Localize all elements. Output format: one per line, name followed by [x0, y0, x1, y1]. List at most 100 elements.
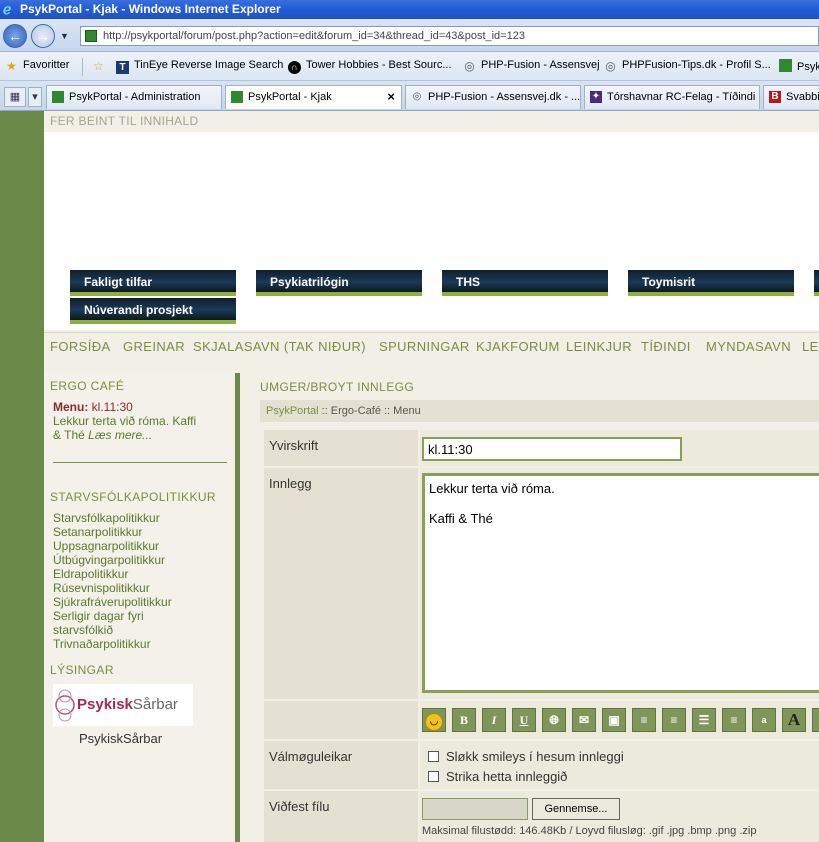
file-path-input[interactable]	[422, 798, 528, 820]
favorite-label: PHPFusion-Tips.dk - Profil S...	[622, 59, 771, 71]
body-label: Innlegg	[264, 468, 418, 699]
browse-button[interactable]: Gennemse...	[532, 798, 620, 820]
align-justify-button[interactable]: ☰	[692, 708, 716, 732]
tab-phpfusion[interactable]: ◎ PHP-Fusion - Assensvej.dk - ...	[405, 85, 581, 109]
tab-kjak[interactable]: PsykPortal - Kjak ×	[225, 85, 402, 109]
category-button-fakligt[interactable]: Fakligt tilfar	[70, 270, 236, 296]
menu-item-spurningar[interactable]: SPURNINGAR	[379, 339, 470, 354]
address-bar[interactable]: http://psykportal/forum/post.php?action=…	[80, 26, 819, 46]
underline-button[interactable]: U	[512, 708, 536, 732]
favorite-label: Psyk	[797, 61, 819, 73]
category-button-nuverandi[interactable]: Núverandi prosjekt	[70, 298, 236, 324]
favorite-link-tineye[interactable]: T TinEye Reverse Image Search	[116, 59, 283, 74]
delete-post-checkbox[interactable]	[428, 771, 439, 782]
menu-item-greinar[interactable]: GREINAR	[123, 339, 185, 354]
policy-link[interactable]: Útbúgvingarpolitikkur	[53, 553, 165, 567]
page-title: UMGER/BROYT INNLEGG	[260, 380, 415, 394]
large-font-button[interactable]: A	[782, 708, 806, 732]
favorite-link-phpfusion-tips[interactable]: ◎ PHPFusion-Tips.dk - Profil S...	[604, 59, 771, 73]
menu-item-le[interactable]: LE	[802, 339, 819, 354]
align-right-button[interactable]: ≡	[722, 708, 746, 732]
skip-to-content-link[interactable]: FER BEINT TIL INNIHALD	[50, 114, 198, 128]
link-icon: 🌐︎	[549, 713, 559, 727]
add-favorite-button[interactable]: ☆	[92, 59, 110, 73]
tab-label: PHP-Fusion - Assensvej.dk - ...	[428, 91, 581, 103]
tab-label: Svabbi	[786, 91, 819, 103]
psykportal-icon	[779, 59, 792, 72]
menu-prefix: Menu:	[53, 400, 89, 414]
favorite-link-psyk[interactable]: Psyk	[779, 59, 819, 73]
body-cell: Lekkur terta við róma. Kaffi & Thé	[420, 468, 819, 699]
menu-item-kjakforum[interactable]: KJAKFORUM	[476, 339, 560, 354]
menu-item-skjalasavn[interactable]: SKJALASAVN (TAK NIÐUR)	[193, 339, 366, 354]
italic-button[interactable]: I	[482, 708, 506, 732]
category-button-more[interactable]	[814, 270, 819, 296]
psykisksarbar-logo[interactable]: PsykiskSårbar	[53, 684, 193, 726]
options-cell: Sløkk smileys í hesum innleggi Strika he…	[420, 741, 819, 789]
policy-link[interactable]: Uppsagnarpolitikkur	[53, 539, 159, 553]
tineye-icon: T	[116, 61, 129, 74]
category-button-psykiatrilogin[interactable]: Psykiatrilógin	[256, 270, 422, 296]
message-textarea[interactable]: Lekkur terta við róma. Kaffi & Thé	[422, 473, 819, 693]
favorite-label: PHP-Fusion - Assensvej	[481, 59, 600, 71]
menu-item-forsida[interactable]: FORSÍÐA	[50, 339, 111, 354]
tab-torshavnar[interactable]: ✦ Tórshavnar RC-Felag - Tíðindi	[584, 85, 760, 109]
tab-label: PsykPortal - Kjak	[248, 91, 332, 103]
delete-post-option[interactable]: Strika hetta innleggið	[428, 769, 567, 784]
align-left-button[interactable]: ≡	[632, 708, 656, 732]
small-font-button[interactable]: a	[752, 708, 776, 732]
policy-link[interactable]: Eldrapolitikkur	[53, 567, 128, 581]
subject-row: Yvirskrift	[264, 430, 819, 466]
subject-input[interactable]	[422, 437, 682, 461]
tab-svabbi[interactable]: B Svabbi	[763, 85, 819, 109]
image-button[interactable]: ▣	[602, 708, 626, 732]
favorites-button[interactable]: ★ Favoritter	[5, 59, 69, 73]
logo-caption[interactable]: PsykiskSårbar	[79, 732, 162, 746]
policy-link[interactable]: Starvsfólkapolitikkur	[53, 511, 160, 525]
menu-item-leinkjur[interactable]: LEINKJUR	[566, 339, 632, 354]
policy-link[interactable]: starvsfólkið	[53, 623, 113, 637]
tab-label: Tórshavnar RC-Felag - Tíðindi	[607, 91, 756, 103]
link-button[interactable]: 🌐︎	[542, 708, 566, 732]
sidebar-heading-ads: LÝSINGAR	[50, 663, 114, 677]
align-center-button[interactable]: ≡	[662, 708, 686, 732]
page-viewport: FER BEINT TIL INNIHALD Fakligt tilfar Ps…	[0, 111, 819, 842]
attachment-row: Viðfest fílu Gennemse... Maksimal filust…	[264, 791, 819, 842]
favorite-link-phpfusion[interactable]: ◎ PHP-Fusion - Assensvej	[463, 59, 600, 73]
menu-item-tidindi[interactable]: TÍÐINDI	[641, 339, 691, 354]
disable-smileys-checkbox[interactable]	[428, 751, 439, 762]
back-button[interactable]: ←	[3, 24, 27, 48]
smiley-button[interactable]: ◡	[422, 708, 446, 732]
subject-cell	[420, 430, 819, 466]
read-more-link[interactable]: Læs mere...	[88, 428, 152, 442]
favorite-link-towerhobbies[interactable]: ∩ Tower Hobbies - Best Sourc...	[288, 59, 452, 74]
more-toolbar-button[interactable]	[812, 708, 819, 732]
policy-link[interactable]: Sjúkrafráverupolitikkur	[53, 595, 172, 609]
breadcrumb-root-link[interactable]: PsykPortal	[266, 405, 319, 417]
history-dropdown-icon[interactable]: ▼	[60, 31, 69, 41]
mail-button[interactable]: ✉	[572, 708, 596, 732]
policy-link[interactable]: Setanarpolitikkur	[53, 525, 142, 539]
menu-time[interactable]: kl.11:30	[92, 400, 133, 414]
logo-text-1: Psykisk	[77, 696, 133, 713]
bold-button[interactable]: B	[452, 708, 476, 732]
breadcrumb-rest: :: Ergo-Café :: Menu	[321, 405, 421, 417]
tab-list-dropdown-icon[interactable]: ▾	[28, 87, 42, 107]
star-icon: ★	[6, 59, 17, 73]
close-tab-icon[interactable]: ×	[387, 86, 395, 108]
favorites-label: Favoritter	[23, 59, 70, 71]
policy-link[interactable]: Serligir dagar fyri	[53, 609, 144, 623]
forward-button[interactable]: →	[31, 24, 55, 48]
category-button-toymisrit[interactable]: Toymisrit	[628, 270, 794, 296]
policy-link[interactable]: Trivnaðarpolitikkur	[53, 637, 151, 651]
disable-smileys-option[interactable]: Sløkk smileys í hesum innleggi	[428, 749, 624, 764]
menu-item-myndasavn[interactable]: MYNDASAVN	[706, 339, 791, 354]
delete-post-label: Strika hetta innleggið	[446, 769, 568, 784]
page-container: FER BEINT TIL INNIHALD Fakligt tilfar Ps…	[44, 111, 819, 842]
tab-administration[interactable]: PsykPortal - Administration	[46, 85, 222, 109]
policy-link[interactable]: Rúsevnispolitikkur	[53, 581, 150, 595]
quick-tabs-icon[interactable]: ▦	[4, 87, 26, 107]
address-toolbar: ← → ▼ http://psykportal/forum/post.php?a…	[0, 19, 819, 52]
category-button-ths[interactable]: THS	[442, 270, 608, 296]
align-right-icon: ≡	[730, 713, 738, 727]
